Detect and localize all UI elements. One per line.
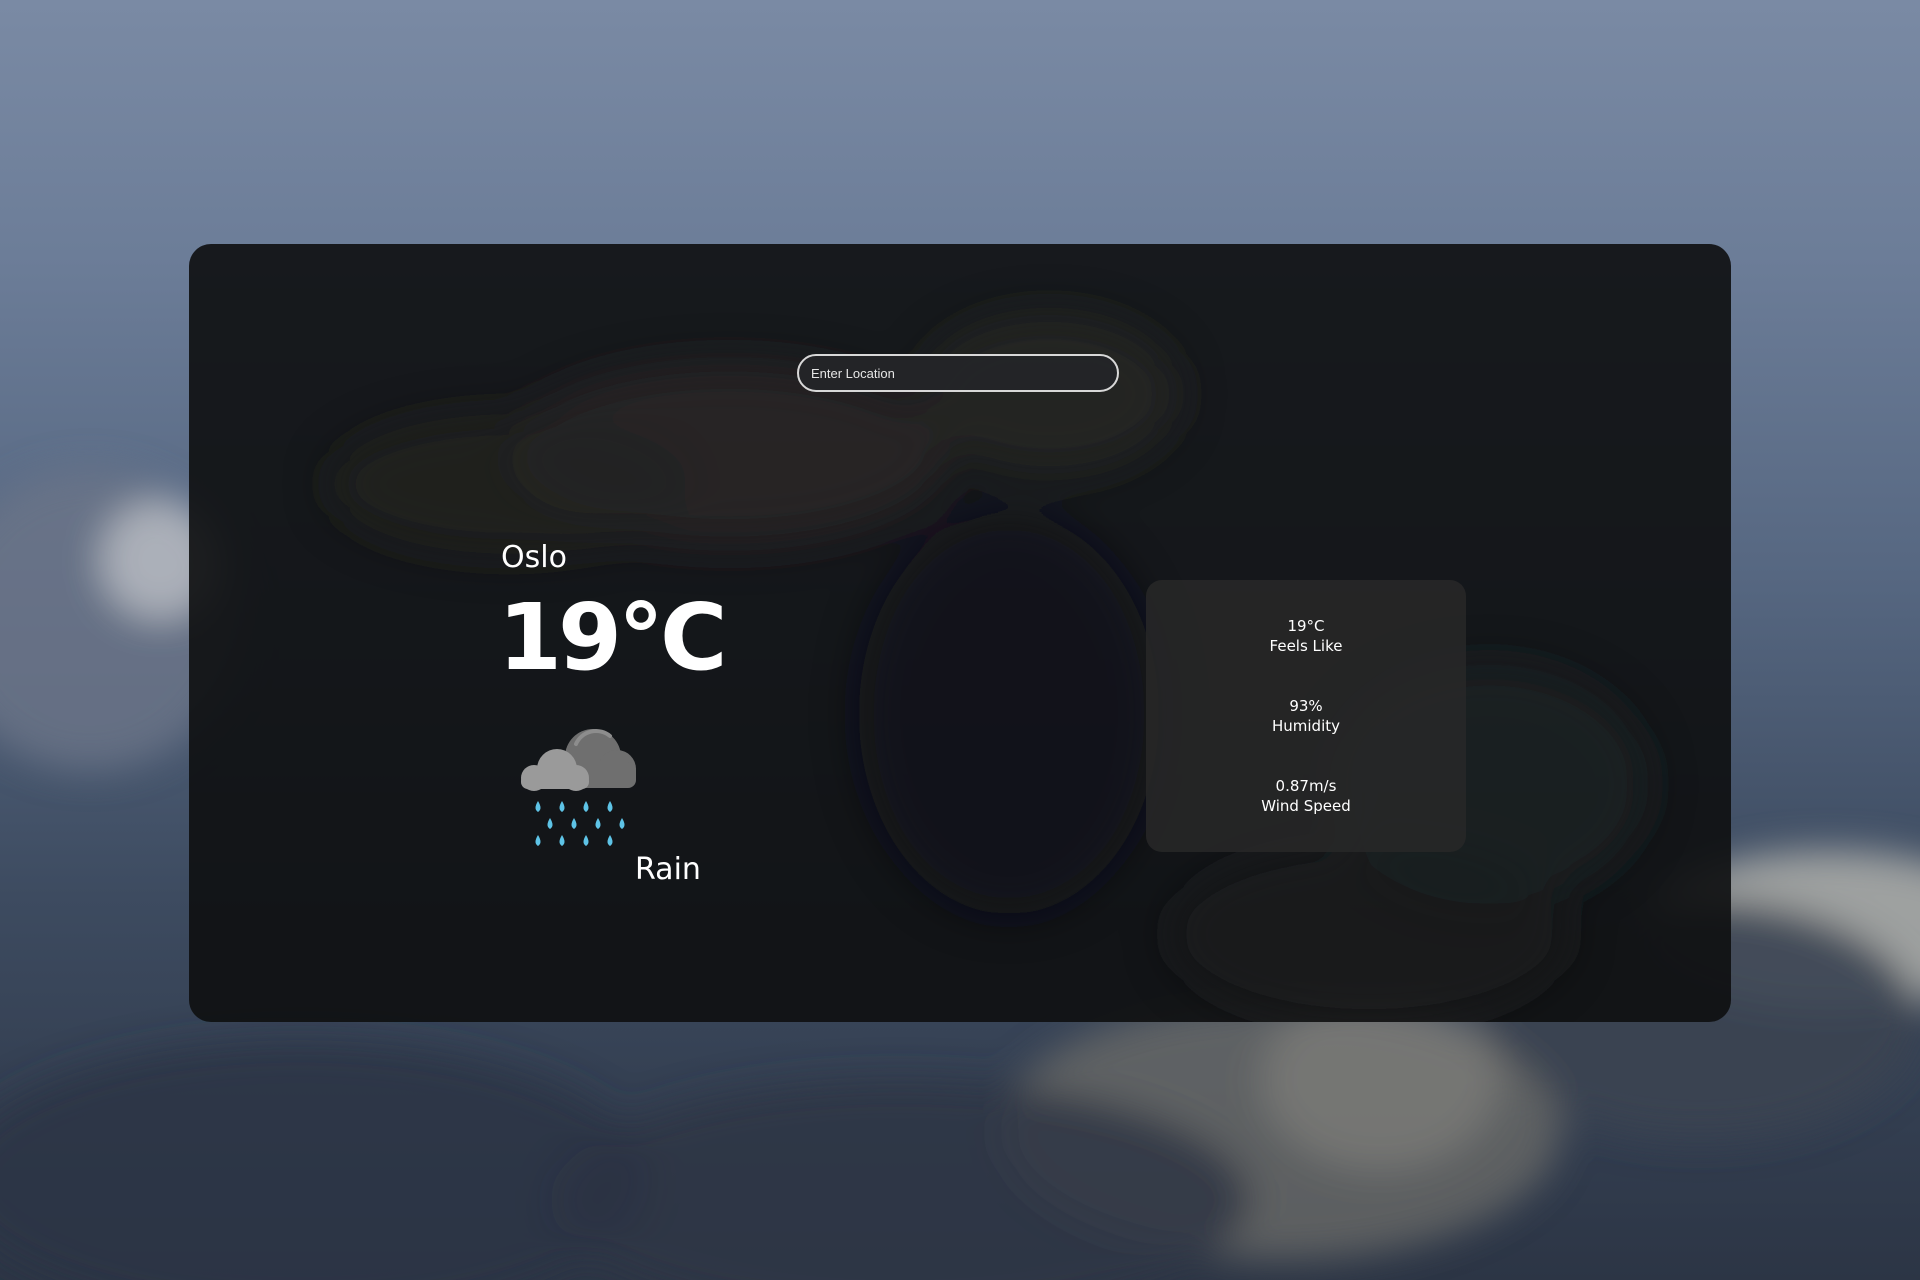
wind-speed-detail: 0.87m/s Wind Speed [1146, 776, 1466, 816]
humidity-label: Humidity [1271, 717, 1340, 735]
wind-speed-value: 0.87m/s [1275, 777, 1337, 795]
feels-like-detail: 19°C Feels Like [1146, 616, 1466, 656]
weather-condition: Rain [635, 852, 701, 887]
humidity-value: 93% [1289, 697, 1323, 715]
current-temperature: 19°C [498, 584, 728, 691]
feels-like-value: 19°C [1287, 617, 1325, 635]
weather-details-card: 19°C Feels Like 93% Humidity 0.87m/s Win… [1146, 580, 1466, 852]
feels-like-label: Feels Like [1269, 637, 1343, 655]
location-search-input[interactable] [797, 354, 1119, 392]
rain-drops [535, 801, 625, 846]
wind-speed-label: Wind Speed [1261, 797, 1351, 815]
city-name: Oslo [501, 540, 567, 575]
humidity-detail: 93% Humidity [1146, 696, 1466, 736]
weather-panel: Oslo 19°C Rain [189, 244, 1731, 1022]
rain-cloud-icon [521, 729, 636, 846]
